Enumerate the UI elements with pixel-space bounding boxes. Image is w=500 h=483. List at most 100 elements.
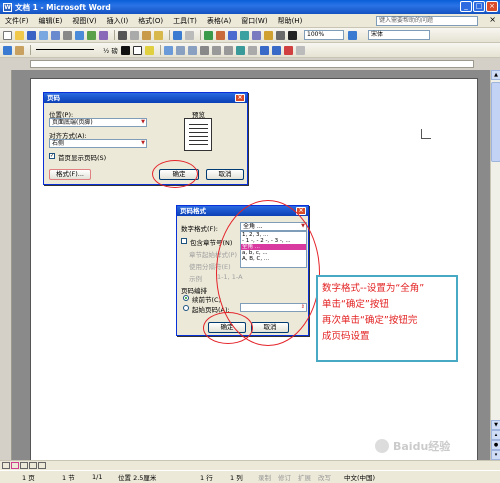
permission-icon[interactable] xyxy=(39,30,48,40)
baidu-paw-icon xyxy=(375,439,389,453)
status-trk[interactable]: 修订 xyxy=(278,472,291,482)
help-search-input[interactable]: 键入需要帮助的问题 xyxy=(376,16,478,26)
window-controls: _ □ × xyxy=(460,1,498,12)
insert-excel-icon[interactable] xyxy=(240,30,249,40)
drawing-icon[interactable] xyxy=(264,30,273,40)
next-page-icon[interactable]: ▾ xyxy=(491,450,500,460)
help-icon[interactable] xyxy=(348,30,357,40)
draw-table-icon[interactable] xyxy=(3,45,12,55)
menu-table[interactable]: 表格(A) xyxy=(202,16,236,26)
status-position: 位置 2.5厘米 xyxy=(118,474,157,482)
dialog-title: 页码 xyxy=(47,94,60,102)
split-cells-icon[interactable] xyxy=(187,45,197,55)
eraser-icon[interactable] xyxy=(15,45,24,55)
insert-table-2-icon[interactable] xyxy=(163,45,173,55)
view-buttons-bar xyxy=(0,460,500,470)
email-icon[interactable] xyxy=(51,30,60,40)
scroll-down-icon[interactable]: ▼ xyxy=(491,420,500,430)
browse-object-icon[interactable]: ● xyxy=(491,440,500,450)
outside-border-icon[interactable] xyxy=(132,45,142,55)
normal-view-icon[interactable] xyxy=(2,462,10,469)
save-icon[interactable] xyxy=(27,30,36,40)
research-icon[interactable] xyxy=(99,30,108,40)
reading-view-icon[interactable] xyxy=(38,462,46,469)
ruler-strip xyxy=(30,60,474,68)
continue-label: 续前节(C) xyxy=(192,296,222,304)
status-ovr[interactable]: 改写 xyxy=(318,472,331,482)
scroll-thumb[interactable] xyxy=(491,82,500,162)
status-ext[interactable]: 扩展 xyxy=(298,472,311,482)
standard-toolbar: 100% 宋体 xyxy=(0,28,500,43)
format-painter-icon[interactable] xyxy=(154,30,163,40)
border-color-icon[interactable] xyxy=(120,45,130,55)
minimize-icon[interactable]: _ xyxy=(460,1,472,12)
print-preview-icon[interactable] xyxy=(75,30,84,40)
shading-color-icon[interactable] xyxy=(144,45,154,55)
prev-page-icon[interactable]: ▴ xyxy=(491,430,500,440)
close-icon[interactable]: × xyxy=(235,94,245,102)
open-folder-icon[interactable] xyxy=(15,30,24,40)
position-select[interactable]: 页面底端(页脚) ▼ xyxy=(49,118,147,127)
print-layout-icon[interactable] xyxy=(20,462,28,469)
new-document-icon[interactable] xyxy=(3,30,12,40)
menu-window[interactable]: 窗口(W) xyxy=(236,16,272,26)
document-close-icon[interactable]: × xyxy=(489,15,496,24)
autoformat-icon[interactable] xyxy=(235,45,245,55)
autosum-icon[interactable] xyxy=(283,45,293,55)
menu-bar: 文件(F) 编辑(E) 视图(V) 插入(I) 格式(O) 工具(T) 表格(A… xyxy=(0,14,500,28)
status-section: 1 节 xyxy=(62,474,75,482)
continue-radio[interactable] xyxy=(183,295,189,301)
menu-insert[interactable]: 插入(I) xyxy=(102,16,134,26)
line-style-select[interactable] xyxy=(34,45,100,55)
alignment-select[interactable]: 右侧 ▼ xyxy=(49,139,147,148)
line-weight-select[interactable]: ½ 磅 xyxy=(103,45,118,55)
watermark: Baidu经验 xyxy=(375,438,450,454)
distribute-columns-icon[interactable] xyxy=(223,45,233,55)
close-icon[interactable]: × xyxy=(486,1,498,12)
print-icon[interactable] xyxy=(63,30,72,40)
distribute-rows-icon[interactable] xyxy=(211,45,221,55)
sort-ascending-icon[interactable] xyxy=(259,45,269,55)
merge-cells-icon[interactable] xyxy=(175,45,185,55)
zoom-select[interactable]: 100% xyxy=(304,30,344,40)
vertical-scrollbar[interactable]: ▲ ▼ ▴ ● ▾ xyxy=(490,70,500,460)
columns-icon[interactable] xyxy=(252,30,261,40)
menu-help[interactable]: 帮助(H) xyxy=(273,16,308,26)
annotation-circle xyxy=(152,160,198,188)
paste-icon[interactable] xyxy=(142,30,151,40)
insert-table-icon[interactable] xyxy=(228,30,237,40)
status-page: 1 页 xyxy=(22,474,35,482)
web-view-icon[interactable] xyxy=(11,462,19,469)
document-map-icon[interactable] xyxy=(276,30,285,40)
dropdown-arrow-icon: ▼ xyxy=(141,140,145,146)
menu-file[interactable]: 文件(F) xyxy=(0,16,34,26)
firstpage-checkbox[interactable]: ✓ xyxy=(49,153,55,159)
sort-descending-icon[interactable] xyxy=(271,45,281,55)
dialog-title-bar: 页码 × xyxy=(44,93,247,103)
align-icon[interactable] xyxy=(199,45,209,55)
show-hide-icon[interactable] xyxy=(288,30,297,40)
callout-line: 数字格式--设置为“全角” xyxy=(322,283,425,294)
startat-radio[interactable] xyxy=(183,305,189,311)
include-chapter-checkbox[interactable] xyxy=(181,238,187,244)
menu-tools[interactable]: 工具(T) xyxy=(168,16,202,26)
redo-icon[interactable] xyxy=(185,30,194,40)
outline-view-icon[interactable] xyxy=(29,462,37,469)
maximize-icon[interactable]: □ xyxy=(473,1,485,12)
tables-borders-icon[interactable] xyxy=(216,30,225,40)
text-direction-icon[interactable] xyxy=(247,45,257,55)
status-rec[interactable]: 录制 xyxy=(258,472,271,482)
font-select[interactable]: 宋体 xyxy=(368,30,430,40)
cut-icon[interactable] xyxy=(118,30,127,40)
format-button[interactable]: 格式(F)... xyxy=(49,169,91,180)
menu-view[interactable]: 视图(V) xyxy=(67,16,101,26)
scroll-up-icon[interactable]: ▲ xyxy=(491,70,500,80)
table-options-icon[interactable] xyxy=(295,45,305,55)
hyperlink-icon[interactable] xyxy=(204,30,213,40)
undo-icon[interactable] xyxy=(173,30,182,40)
cancel-button[interactable]: 取消 xyxy=(206,169,244,180)
menu-edit[interactable]: 编辑(E) xyxy=(34,16,68,26)
menu-format[interactable]: 格式(O) xyxy=(133,16,168,26)
spelling-icon[interactable] xyxy=(87,30,96,40)
copy-icon[interactable] xyxy=(130,30,139,40)
